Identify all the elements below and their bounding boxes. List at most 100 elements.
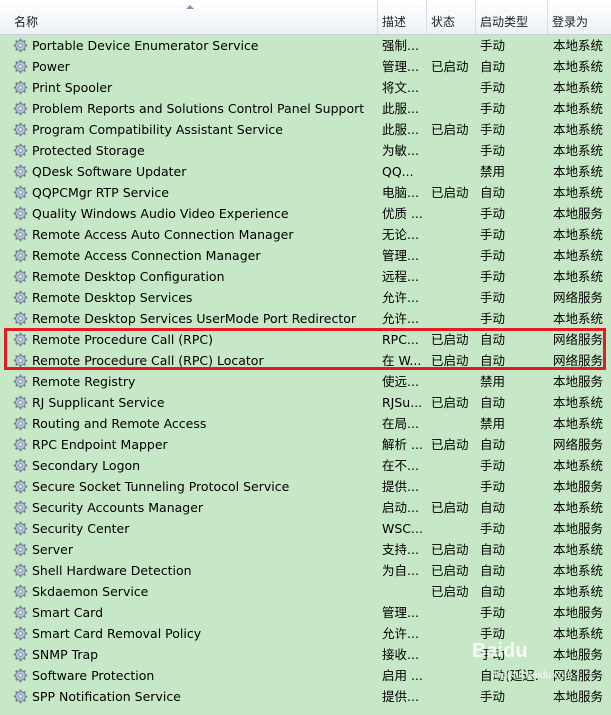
service-startup-type: 自动: [480, 59, 506, 74]
service-status: [431, 98, 475, 119]
table-row[interactable]: Remote Access Auto Connection Manager 无论.…: [0, 224, 611, 245]
sort-ascending-icon: [186, 5, 194, 9]
service-status: [431, 35, 475, 56]
table-row[interactable]: QDesk Software Updater QQ... 禁用 本地系统: [0, 161, 611, 182]
table-row[interactable]: Security Accounts Manager 启动... 已启动 自动 本地系统: [0, 497, 611, 518]
service-logon-as: 本地系统: [553, 185, 604, 200]
table-row[interactable]: Quality Windows Audio Video Experience 优质…: [0, 203, 611, 224]
gear-icon: [13, 164, 28, 179]
service-startup-type: 自动: [480, 437, 506, 452]
service-description: 支持...: [382, 542, 419, 557]
table-row[interactable]: Smart Card 管理... 手动 本地服务: [0, 602, 611, 623]
service-startup-type: 自动: [480, 542, 506, 557]
table-row[interactable]: Routing and Remote Access 在局... 禁用 本地系统: [0, 413, 611, 434]
service-name: Remote Desktop Services: [32, 290, 193, 305]
service-description: 此服...: [382, 122, 419, 137]
service-name: Remote Desktop Services UserMode Port Re…: [32, 311, 357, 326]
service-description: 允许...: [382, 311, 419, 326]
gear-icon: [13, 248, 28, 263]
table-row[interactable]: Portable Device Enumerator Service 强制... 手…: [0, 35, 611, 56]
service-status: 已启动: [431, 395, 469, 410]
service-description: 允许...: [382, 290, 419, 305]
service-status: [431, 203, 475, 224]
service-name: Program Compatibility Assistant Service: [32, 122, 283, 137]
service-logon-as: 本地服务: [553, 374, 604, 389]
gear-icon: [13, 521, 28, 536]
service-name: Security Accounts Manager: [32, 500, 204, 515]
gear-icon: [13, 500, 28, 515]
column-header-startup[interactable]: 启动类型: [476, 0, 548, 34]
service-name: Remote Desktop Configuration: [32, 269, 225, 284]
highlight-box: [4, 328, 606, 370]
watermark-text: Baidu: [472, 640, 528, 662]
service-status: 已启动: [431, 542, 469, 557]
service-startup-type: 手动: [480, 479, 506, 494]
service-logon-as: 本地系统: [553, 269, 604, 284]
table-row[interactable]: Skdaemon Service 已启动 自动 本地系统: [0, 581, 611, 602]
service-description: 电脑...: [382, 185, 419, 200]
service-name: SPP Notification Service: [32, 689, 181, 704]
service-description: RJSu...: [382, 395, 423, 410]
service-description: 启用 ...: [382, 668, 423, 683]
gear-icon: [13, 311, 28, 326]
gear-icon: [13, 479, 28, 494]
service-startup-type: 手动: [480, 311, 506, 326]
table-row[interactable]: Security Center WSC... 手动 本地服务: [0, 518, 611, 539]
service-status: [431, 518, 475, 539]
gear-icon: [13, 269, 28, 284]
service-name: Protected Storage: [32, 143, 145, 158]
table-row[interactable]: Program Compatibility Assistant Service 此…: [0, 119, 611, 140]
gear-icon: [13, 290, 28, 305]
service-logon-as: 本地系统: [553, 311, 604, 326]
service-name: Server: [32, 542, 73, 557]
service-logon-as: 本地系统: [553, 248, 604, 263]
table-row[interactable]: Problem Reports and Solutions Control Pa…: [0, 98, 611, 119]
table-row[interactable]: Protected Storage 为敏... 手动 本地系统: [0, 140, 611, 161]
service-status: [431, 224, 475, 245]
column-header-status[interactable]: 状态: [427, 0, 476, 34]
table-row[interactable]: Secure Socket Tunneling Protocol Service…: [0, 476, 611, 497]
service-description: 接收...: [382, 647, 419, 662]
service-logon-as: 本地系统: [553, 458, 604, 473]
service-status: [431, 455, 475, 476]
table-row[interactable]: RPC Endpoint Mapper 解析 ... 已启动 自动 网络服务: [0, 434, 611, 455]
table-row[interactable]: Server 支持... 已启动 自动 本地系统: [0, 539, 611, 560]
service-status: [431, 245, 475, 266]
service-logon-as: 本地系统: [553, 542, 604, 557]
service-startup-type: 手动: [480, 458, 506, 473]
service-logon-as: 本地系统: [553, 584, 604, 599]
table-row[interactable]: QQPCMgr RTP Service 电脑... 已启动 自动 本地系统: [0, 182, 611, 203]
service-startup-type: 禁用: [480, 374, 506, 389]
table-row[interactable]: Secondary Logon 在不... 手动 本地系统: [0, 455, 611, 476]
table-row[interactable]: Remote Desktop Services UserMode Port Re…: [0, 308, 611, 329]
service-description: 使远...: [382, 374, 419, 389]
service-description: 优质 ...: [382, 206, 423, 221]
service-description: 解析 ...: [382, 437, 423, 452]
table-row[interactable]: Shell Hardware Detection 为自... 已启动 自动 本地系统: [0, 560, 611, 581]
service-description: 在局...: [382, 416, 419, 431]
service-name: Remote Access Auto Connection Manager: [32, 227, 294, 242]
table-row[interactable]: Remote Access Connection Manager 管理... 手动 本…: [0, 245, 611, 266]
gear-icon: [13, 374, 28, 389]
service-name: QQPCMgr RTP Service: [32, 185, 169, 200]
service-name: Remote Registry: [32, 374, 136, 389]
table-row[interactable]: RJ Supplicant Service RJSu... 已启动 自动 本地系统: [0, 392, 611, 413]
service-status: 已启动: [431, 437, 469, 452]
column-header-desc[interactable]: 描述: [378, 0, 427, 34]
table-row[interactable]: Remote Registry 使远... 禁用 本地服务: [0, 371, 611, 392]
service-logon-as: 网络服务: [553, 437, 604, 452]
column-header-logon[interactable]: 登录为: [548, 0, 611, 34]
gear-icon: [13, 563, 28, 578]
service-status: [431, 140, 475, 161]
service-status: 已启动: [431, 584, 469, 599]
service-name: Power: [32, 59, 70, 74]
table-row[interactable]: Print Spooler 将文... 手动 本地系统: [0, 77, 611, 98]
service-status: [431, 413, 475, 434]
service-status: [431, 644, 475, 665]
service-startup-type: 手动: [480, 80, 506, 95]
service-logon-as: 本地系统: [553, 101, 604, 116]
table-row[interactable]: Power 管理... 已启动 自动 本地系统: [0, 56, 611, 77]
table-row[interactable]: Remote Desktop Services 允许... 手动 网络服务: [0, 287, 611, 308]
table-row[interactable]: Remote Desktop Configuration 远程... 手动 本地系统: [0, 266, 611, 287]
service-name: Smart Card: [32, 605, 104, 620]
